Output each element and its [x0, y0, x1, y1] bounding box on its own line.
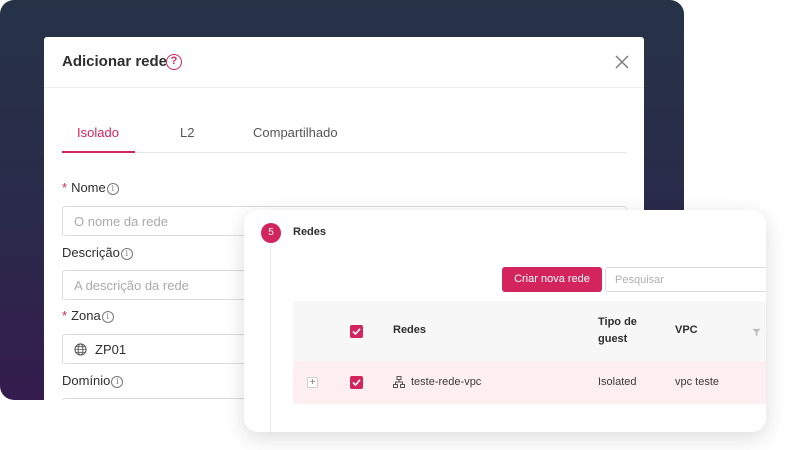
domain-label-text: Domínio	[62, 373, 111, 388]
network-icon	[393, 376, 405, 388]
zone-label-text: Zona	[71, 308, 101, 323]
info-icon[interactable]: i	[111, 376, 124, 388]
table-row[interactable]: + teste-rede-vpc Isolated vpc teste	[293, 361, 766, 404]
tab-l2[interactable]: L2	[180, 125, 194, 140]
check-icon	[352, 328, 361, 336]
guest-type-value: Isolated	[598, 376, 637, 388]
step-number-badge: 5	[261, 223, 281, 243]
info-icon[interactable]: i	[106, 183, 119, 195]
zone-label: * Zona i	[62, 308, 114, 323]
active-tab-indicator	[62, 151, 135, 153]
expand-row-button[interactable]: +	[307, 377, 318, 388]
required-mark: *	[62, 180, 68, 195]
help-icon[interactable]: ?	[166, 54, 182, 70]
globe-icon	[74, 343, 87, 356]
description-label-text: Descrição	[62, 245, 120, 260]
row-checkbox[interactable]	[350, 376, 363, 389]
close-icon[interactable]	[614, 54, 630, 70]
table-header: Redes Tipo de guest VPC	[293, 301, 766, 361]
create-network-button[interactable]: Criar nova rede	[502, 267, 602, 292]
networks-panel: 5 Redes Criar nova rede Pesquisar Redes …	[244, 210, 766, 432]
filter-icon[interactable]	[752, 328, 761, 337]
column-header-networks[interactable]: Redes	[393, 322, 426, 339]
tab-compartilhado[interactable]: Compartilhado	[253, 125, 338, 140]
zone-value: ZP01	[95, 342, 127, 357]
info-icon[interactable]: i	[120, 248, 133, 260]
tab-isolado[interactable]: Isolado	[77, 125, 119, 140]
vpc-value: vpc teste	[675, 376, 720, 388]
required-mark: *	[62, 308, 68, 323]
modal-header: Adicionar rede ?	[44, 37, 644, 88]
step-title: Redes	[293, 226, 327, 238]
domain-label: Domínio i	[62, 373, 124, 388]
info-icon[interactable]: i	[101, 311, 114, 323]
network-name[interactable]: teste-rede-vpc	[411, 376, 481, 388]
column-header-guest-type[interactable]: Tipo de guest	[598, 314, 650, 348]
description-label: Descrição i	[62, 245, 133, 260]
modal-title: Adicionar rede	[62, 53, 168, 70]
check-icon	[352, 379, 361, 387]
search-input[interactable]: Pesquisar	[605, 267, 766, 292]
name-label: * Nome i	[62, 180, 119, 195]
network-type-tabs: Isolado L2 Compartilhado	[62, 118, 627, 153]
name-label-text: Nome	[71, 180, 106, 195]
select-all-checkbox[interactable]	[350, 325, 363, 338]
column-header-vpc[interactable]: VPC	[675, 322, 698, 339]
step-connector-line	[270, 246, 271, 432]
